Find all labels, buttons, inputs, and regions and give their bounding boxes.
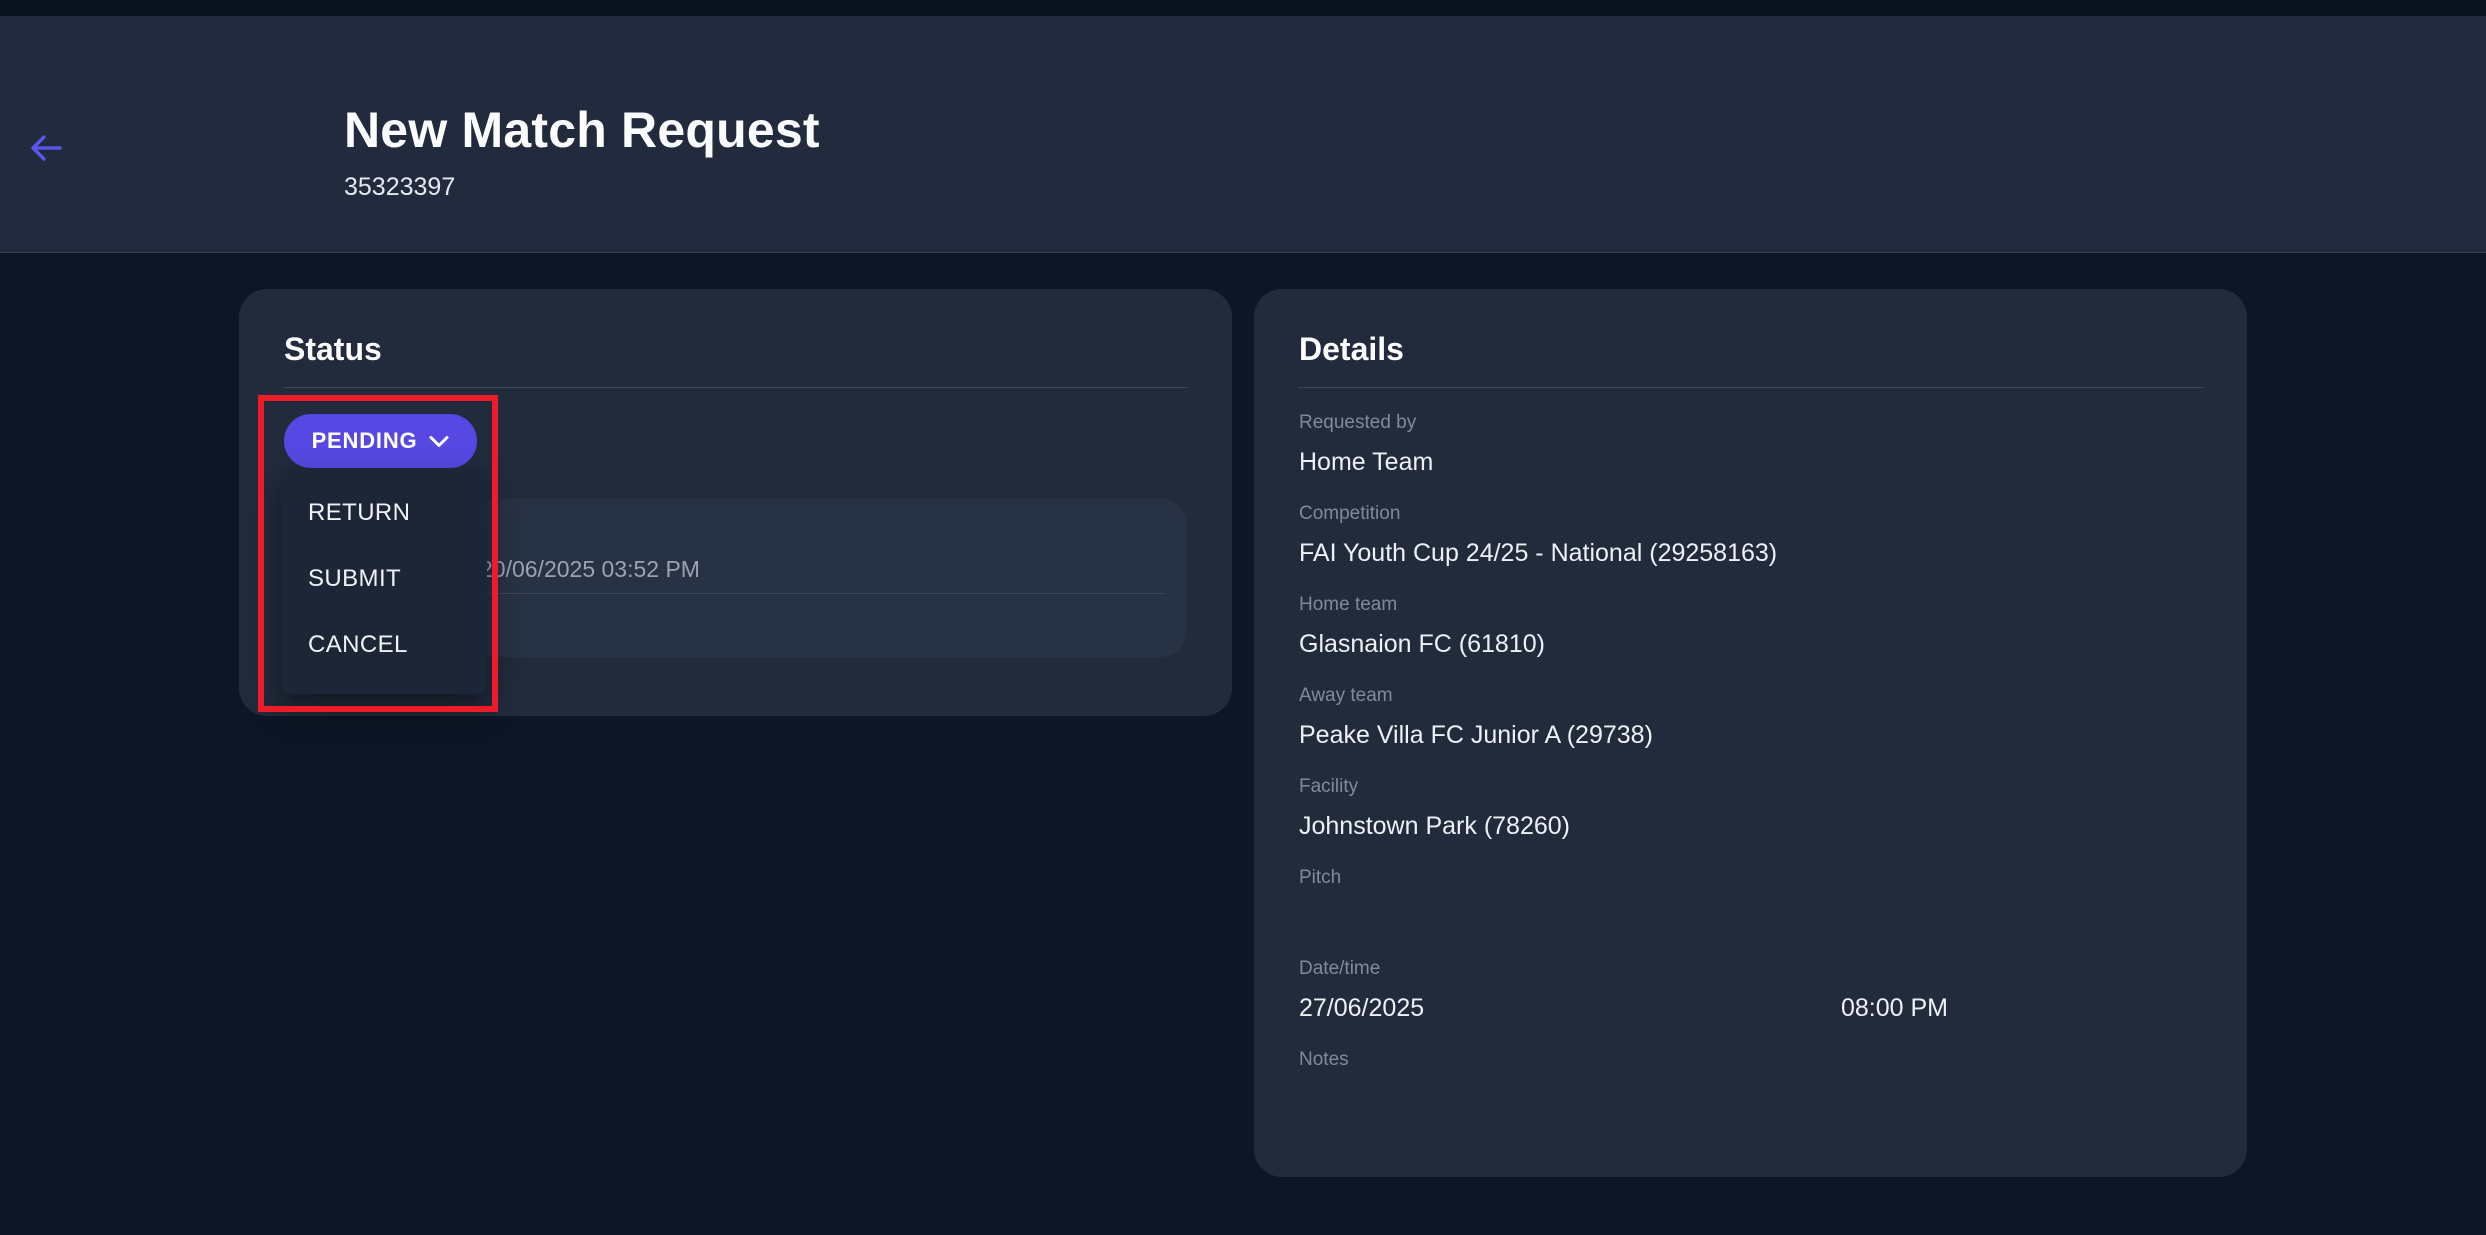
field-value: Glasnaion FC (61810): [1299, 628, 2202, 660]
app-header: New Match Request 35323397: [0, 16, 2486, 253]
status-dropdown-button[interactable]: PENDING: [284, 414, 477, 468]
page-subtitle: 35323397: [344, 172, 820, 202]
field-facility: Facility Johnstown Park (78260): [1299, 775, 2202, 842]
status-card-divider: [283, 387, 1188, 388]
details-card: Details Requested by Home Team Competiti…: [1254, 289, 2247, 1177]
field-value: Home Team: [1299, 446, 2202, 478]
field-away-team: Away team Peake Villa FC Junior A (29738…: [1299, 684, 2202, 751]
field-value: [1299, 901, 2202, 933]
field-home-team: Home team Glasnaion FC (61810): [1299, 593, 2202, 660]
field-value: Johnstown Park (78260): [1299, 810, 2202, 842]
field-value: [1299, 1083, 2202, 1115]
field-label: Away team: [1299, 684, 2202, 708]
status-card: Status 20/06/2025 03:52 PM PENDING RETUR…: [239, 289, 1232, 716]
field-value: Peake Villa FC Junior A (29738): [1299, 719, 2202, 751]
menu-item-cancel[interactable]: CANCEL: [281, 612, 487, 678]
details-card-title: Details: [1299, 329, 2202, 369]
field-requested-by: Requested by Home Team: [1299, 411, 2202, 478]
page: New Match Request 35323397 Status 20/06/…: [0, 0, 2486, 1235]
field-notes: Notes: [1299, 1048, 2202, 1115]
field-label: Date/time: [1299, 957, 2202, 981]
field-pitch: Pitch: [1299, 866, 2202, 933]
status-card-title: Status: [284, 329, 1187, 369]
status-history-timestamp: 20/06/2025 03:52 PM: [480, 555, 700, 583]
status-dropdown-label: PENDING: [312, 428, 418, 454]
date-value: 27/06/2025: [1299, 994, 1424, 1022]
details-card-divider: [1298, 387, 2203, 388]
field-label: Facility: [1299, 775, 2202, 799]
time-value: 08:00 PM: [1841, 992, 1948, 1024]
details-fields: Requested by Home Team Competition FAI Y…: [1299, 411, 2202, 1115]
field-label: Requested by: [1299, 411, 2202, 435]
back-button[interactable]: [22, 124, 70, 172]
arrow-left-icon: [29, 133, 63, 163]
menu-item-return[interactable]: RETURN: [281, 480, 487, 546]
field-label: Notes: [1299, 1048, 2202, 1072]
menu-item-submit[interactable]: SUBMIT: [281, 546, 487, 612]
field-label: Home team: [1299, 593, 2202, 617]
top-strip: [0, 0, 2486, 16]
field-label: Competition: [1299, 502, 2202, 526]
field-value: FAI Youth Cup 24/25 - National (29258163…: [1299, 537, 2202, 569]
chevron-down-icon: [429, 435, 449, 448]
page-title: New Match Request: [344, 100, 820, 160]
field-value: 27/06/2025 08:00 PM: [1299, 992, 2202, 1024]
main-content: Status 20/06/2025 03:52 PM PENDING RETUR…: [0, 253, 2486, 1177]
header-text: New Match Request 35323397: [344, 100, 820, 202]
field-label: Pitch: [1299, 866, 2202, 890]
field-competition: Competition FAI Youth Cup 24/25 - Nation…: [1299, 502, 2202, 569]
status-dropdown-menu: RETURN SUBMIT CANCEL: [281, 468, 487, 694]
field-date-time: Date/time 27/06/2025 08:00 PM: [1299, 957, 2202, 1024]
